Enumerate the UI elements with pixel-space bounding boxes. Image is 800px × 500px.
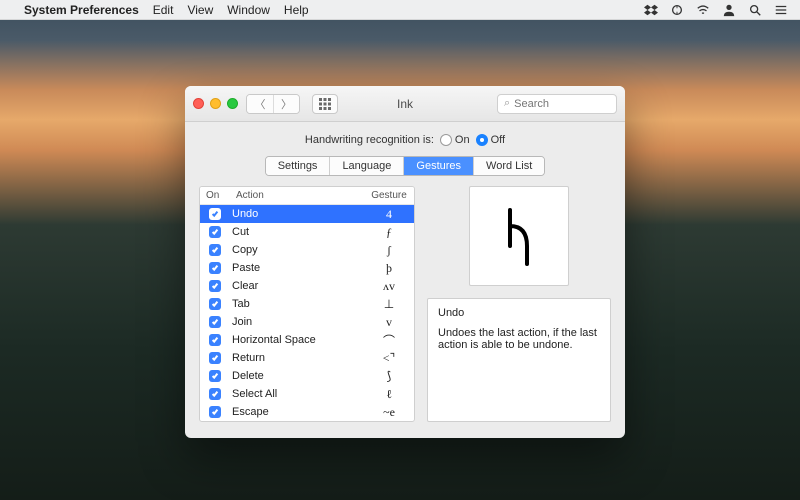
app-menu[interactable]: System Preferences xyxy=(24,3,139,17)
recognition-off-radio[interactable]: Off xyxy=(476,134,505,146)
user-icon[interactable] xyxy=(722,3,736,17)
row-action: Tab xyxy=(230,298,364,310)
row-checkbox[interactable] xyxy=(209,262,221,274)
table-header: On Action Gesture xyxy=(200,187,414,205)
row-action: Escape xyxy=(230,406,364,418)
recognition-on-radio[interactable]: On xyxy=(440,134,470,146)
recognition-off-label: Off xyxy=(491,134,505,146)
row-gesture-glyph: ⊥ xyxy=(364,297,414,312)
spotlight-icon[interactable] xyxy=(748,3,762,17)
menu-help[interactable]: Help xyxy=(284,3,309,17)
col-header-gesture[interactable]: Gesture xyxy=(364,187,414,204)
preferences-window: 〈 〉 Ink ⌕ Handwriting recognition is: On… xyxy=(185,86,625,438)
gestures-table: On Action Gesture Undo4CutƒCopyʃPasteþCl… xyxy=(199,186,415,422)
row-checkbox[interactable] xyxy=(209,388,221,400)
menu-view[interactable]: View xyxy=(187,3,213,17)
row-gesture-glyph: þ xyxy=(364,261,414,276)
table-row[interactable]: Horizontal Space⌒ xyxy=(200,331,414,349)
tab-settings[interactable]: Settings xyxy=(266,157,330,175)
search-icon: ⌕ xyxy=(504,97,510,110)
row-gesture-glyph: ~e xyxy=(364,405,414,420)
row-checkbox[interactable] xyxy=(209,370,221,382)
tab-word-list[interactable]: Word List xyxy=(473,157,544,175)
menu-edit[interactable]: Edit xyxy=(153,3,174,17)
table-row[interactable]: Cutƒ xyxy=(200,223,414,241)
menubar: System Preferences Edit View Window Help xyxy=(0,0,800,20)
col-header-action[interactable]: Action xyxy=(230,187,364,204)
recognition-label: Handwriting recognition is: xyxy=(305,134,434,146)
handwriting-recognition-row: Handwriting recognition is: On Off xyxy=(185,122,625,156)
show-all-button[interactable] xyxy=(312,94,338,114)
nav-forward-button[interactable]: 〉 xyxy=(273,95,299,113)
row-checkbox[interactable] xyxy=(209,316,221,328)
titlebar: 〈 〉 Ink ⌕ xyxy=(185,86,625,122)
col-header-on[interactable]: On xyxy=(200,187,230,204)
description-title: Undo xyxy=(438,307,600,319)
row-gesture-glyph: ℓ xyxy=(364,387,414,402)
nav-back-forward: 〈 〉 xyxy=(246,94,300,114)
row-action: Select All xyxy=(230,388,364,400)
row-gesture-glyph: <⌝ xyxy=(364,351,414,366)
menu-window[interactable]: Window xyxy=(227,3,270,17)
row-action: Copy xyxy=(230,244,364,256)
minimize-button[interactable] xyxy=(210,98,221,109)
row-action: Horizontal Space xyxy=(230,334,364,346)
sync-icon[interactable] xyxy=(670,3,684,17)
tab-gestures[interactable]: Gestures xyxy=(403,157,473,175)
table-row[interactable]: Copyʃ xyxy=(200,241,414,259)
row-checkbox[interactable] xyxy=(209,244,221,256)
row-action: Clear xyxy=(230,280,364,292)
row-gesture-glyph: ʌv xyxy=(364,279,414,294)
row-action: Delete xyxy=(230,370,364,382)
traffic-lights xyxy=(193,98,238,109)
row-gesture-glyph: ⟆ xyxy=(364,369,414,384)
dropbox-icon[interactable] xyxy=(644,3,658,17)
close-button[interactable] xyxy=(193,98,204,109)
table-row[interactable]: Joinv xyxy=(200,313,414,331)
table-row[interactable]: Escape~e xyxy=(200,403,414,421)
row-action: Join xyxy=(230,316,364,328)
row-action: Cut xyxy=(230,226,364,238)
description-body: Undoes the last action, if the last acti… xyxy=(438,327,597,351)
row-checkbox[interactable] xyxy=(209,406,221,418)
wifi-icon[interactable] xyxy=(696,3,710,17)
gesture-preview xyxy=(469,186,569,286)
row-gesture-glyph: ʃ xyxy=(364,243,414,258)
table-row[interactable]: Pasteþ xyxy=(200,259,414,277)
table-row[interactable]: Return<⌝ xyxy=(200,349,414,367)
row-checkbox[interactable] xyxy=(209,334,221,346)
row-action: Undo xyxy=(230,208,364,220)
search-field[interactable]: ⌕ xyxy=(497,94,617,114)
row-checkbox[interactable] xyxy=(209,226,221,238)
tab-language[interactable]: Language xyxy=(329,157,403,175)
tab-bar: Settings Language Gestures Word List xyxy=(185,156,625,186)
row-action: Return xyxy=(230,352,364,364)
row-gesture-glyph: ƒ xyxy=(364,225,414,240)
row-checkbox[interactable] xyxy=(209,298,221,310)
table-row[interactable]: Undo4 xyxy=(200,205,414,223)
table-row[interactable]: Clearʌv xyxy=(200,277,414,295)
row-checkbox[interactable] xyxy=(209,280,221,292)
notification-center-icon[interactable] xyxy=(774,3,788,17)
nav-back-button[interactable]: 〈 xyxy=(247,95,273,113)
gesture-preview-glyph xyxy=(495,204,543,268)
row-action: Paste xyxy=(230,262,364,274)
grid-icon xyxy=(319,98,331,110)
row-gesture-glyph: 4 xyxy=(364,207,414,222)
row-gesture-glyph: v xyxy=(364,315,414,330)
table-row[interactable]: Tab⊥ xyxy=(200,295,414,313)
gesture-description: Undo Undoes the last action, if the last… xyxy=(427,298,611,422)
zoom-button[interactable] xyxy=(227,98,238,109)
recognition-on-label: On xyxy=(455,134,470,146)
row-checkbox[interactable] xyxy=(209,208,221,220)
row-gesture-glyph: ⌒ xyxy=(364,332,414,349)
table-row[interactable]: Delete⟆ xyxy=(200,367,414,385)
table-row[interactable]: Select Allℓ xyxy=(200,385,414,403)
search-input[interactable] xyxy=(514,98,610,110)
row-checkbox[interactable] xyxy=(209,352,221,364)
